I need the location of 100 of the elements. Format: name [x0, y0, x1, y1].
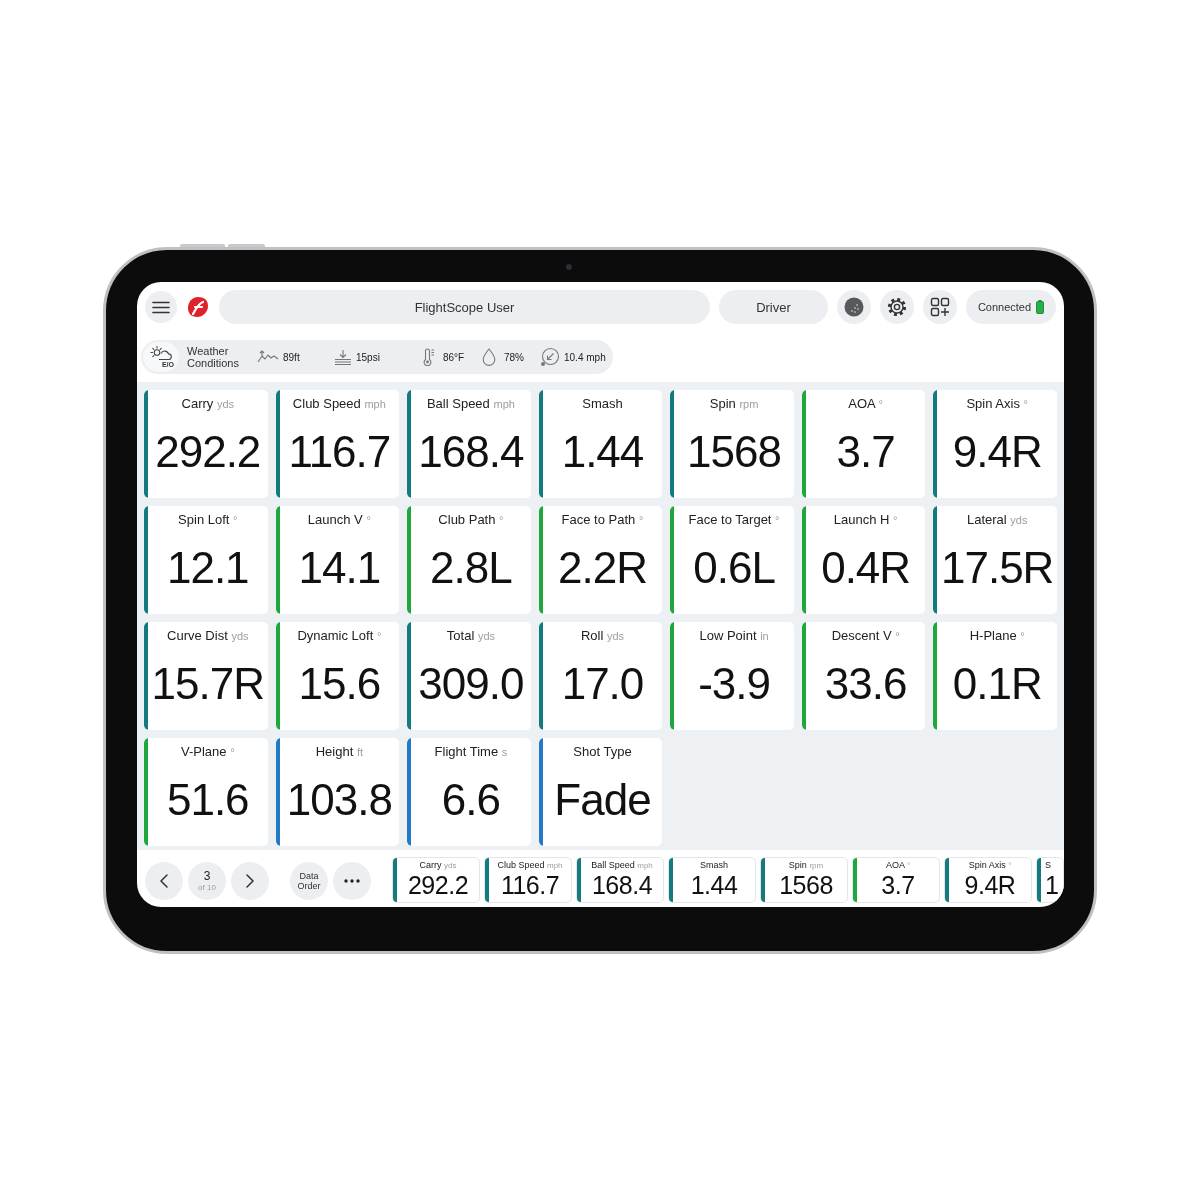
metric-label: Height	[315, 744, 354, 759]
weather-value: 86°F	[443, 351, 465, 363]
metric-value: 103.8	[286, 776, 392, 824]
pressure-icon	[334, 349, 352, 365]
wind-direction-icon	[540, 347, 560, 367]
front-camera-icon	[566, 264, 572, 270]
metric-label: Launch V	[307, 512, 363, 527]
metric-label: Club Speed	[497, 860, 545, 870]
metric-unit: yds	[231, 630, 249, 642]
metric-label: Carry	[181, 396, 214, 411]
metric-label: Face to Target	[688, 512, 772, 527]
metric-value: 168.4	[591, 871, 653, 899]
chevron-right-icon	[246, 874, 254, 888]
golf-ball-icon	[844, 297, 864, 317]
thermometer-icon	[422, 348, 435, 366]
metric-label: S	[1045, 860, 1051, 870]
metric-label: H-Plane	[969, 628, 1017, 643]
metric-value: 3.7	[881, 871, 915, 899]
metric-unit: rpm	[809, 861, 824, 870]
metric-label: Lateral	[966, 512, 1007, 527]
metric-label: Spin Loft	[178, 512, 230, 527]
metric-unit: rpm	[739, 398, 759, 410]
metric-label: Roll	[580, 628, 604, 643]
metric-label: Curve Dist	[167, 628, 228, 643]
metric-label: Shot Type	[573, 744, 632, 759]
metric-value: 14.1	[298, 544, 381, 592]
metric-unit: °	[366, 514, 371, 526]
metric-unit: yds	[216, 398, 235, 410]
droplet-icon	[482, 348, 496, 366]
metric-label: Dynamic Loft	[297, 628, 374, 643]
metric-value: 9.4R	[952, 428, 1042, 476]
metric-label: Ball Speed	[591, 860, 635, 870]
metric-unit: yds	[606, 630, 625, 642]
next-button[interactable]	[231, 862, 269, 900]
metric-unit: °	[906, 861, 911, 870]
data-order-button[interactable]: Data Order	[290, 862, 328, 900]
metric-value: 15.7R	[151, 660, 264, 708]
metric-value: 0.1R	[952, 660, 1042, 708]
metric-unit: °	[895, 630, 900, 642]
metric-value: 15.6	[298, 660, 381, 708]
metric-unit: yds	[1010, 514, 1028, 526]
grid-plus-icon	[930, 297, 950, 317]
metric-label: Spin	[709, 396, 736, 411]
metric-value: 1568	[687, 428, 781, 476]
weather-value: 15psi	[356, 351, 380, 363]
metric-unit: °	[499, 514, 504, 526]
metric-unit: °	[233, 514, 238, 526]
more-icon	[344, 879, 360, 883]
weather-value: 10.4 mph	[564, 351, 606, 363]
metric-value: 51.6	[166, 776, 249, 824]
metric-unit: °	[230, 746, 235, 758]
metric-value: 3.7	[836, 428, 895, 476]
user-name-button[interactable]: FlightScope User	[219, 290, 710, 324]
metric-label: Club Path	[438, 512, 496, 527]
chevron-left-icon	[160, 874, 168, 888]
metric-label: Total	[446, 628, 475, 643]
metric-unit: °	[376, 630, 382, 642]
metric-label: Flight Time	[434, 744, 499, 759]
metric-unit: s	[501, 746, 508, 758]
previous-button[interactable]	[145, 862, 183, 900]
metric-unit: °	[1023, 398, 1028, 410]
shot-counter-button[interactable]: 3 of 10	[188, 862, 226, 900]
metric-value: 168.4	[418, 428, 524, 476]
metric-label: AOA	[848, 396, 875, 411]
metric-value: 2.8L	[430, 544, 512, 592]
metric-value: 1	[1045, 871, 1059, 899]
menu-icon	[152, 300, 170, 314]
logo-icon	[187, 296, 209, 318]
metric-value: 9.4R	[964, 871, 1016, 899]
metric-unit: °	[1008, 861, 1012, 870]
more-button[interactable]	[333, 862, 371, 900]
metric-unit: °	[893, 514, 898, 526]
metric-value: 33.6	[824, 660, 907, 708]
metric-unit: mph	[547, 861, 563, 870]
ball-button[interactable]	[837, 290, 871, 324]
weather-value: 89ft	[283, 351, 300, 363]
sun-cloud-icon	[150, 345, 172, 361]
settings-button[interactable]	[880, 290, 914, 324]
metric-label: Spin Axis	[966, 396, 1020, 411]
metric-unit: yds	[477, 630, 496, 642]
metric-unit: ft	[356, 746, 363, 758]
metric-unit: °	[1020, 630, 1025, 642]
menu-button[interactable]	[145, 291, 177, 323]
metric-value: Fade	[554, 776, 651, 824]
metric-label: Ball Speed	[426, 396, 490, 411]
metric-label: Smash	[582, 396, 623, 411]
metric-label: Face to Path	[561, 512, 636, 527]
metric-label: Carry	[419, 860, 442, 870]
battery-icon	[1036, 300, 1045, 314]
metric-value: 2.2R	[558, 544, 647, 592]
metric-label: Descent V	[831, 628, 892, 643]
metric-value: 17.5R	[941, 544, 1054, 592]
metric-unit: yds	[444, 861, 457, 870]
metric-label: Low Point	[699, 628, 757, 643]
layout-button[interactable]	[923, 290, 957, 324]
club-select-button[interactable]: Driver	[719, 290, 828, 324]
metric-value: 1568	[779, 871, 833, 899]
connection-status-button[interactable]: Connected	[966, 290, 1056, 324]
metric-unit: °	[638, 514, 644, 526]
settings-icon	[887, 297, 907, 317]
